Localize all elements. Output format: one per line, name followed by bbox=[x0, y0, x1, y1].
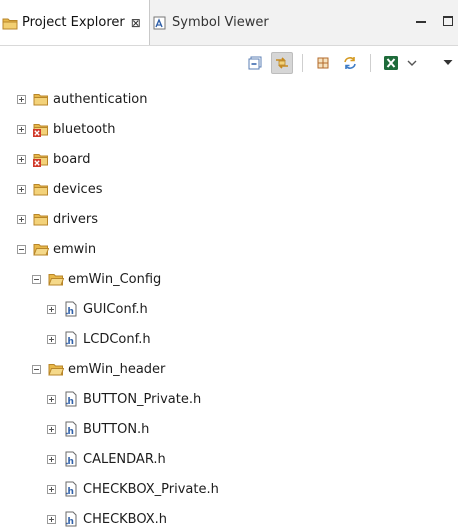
tab-symbol-viewer[interactable]: Symbol Viewer bbox=[152, 0, 282, 45]
header-file-icon: h bbox=[65, 391, 77, 407]
tree-item-label: CHECKBOX.h bbox=[83, 511, 168, 527]
svg-text:h: h bbox=[68, 427, 74, 437]
close-icon[interactable]: ⊠ bbox=[131, 17, 141, 29]
project-explorer-icon bbox=[2, 18, 18, 29]
expand-toggle[interactable] bbox=[47, 514, 56, 524]
expand-toggle[interactable] bbox=[47, 454, 56, 464]
toolbar-separator bbox=[302, 54, 303, 72]
sync-icon bbox=[344, 57, 356, 69]
excel-icon bbox=[384, 56, 398, 70]
excel-button[interactable] bbox=[380, 52, 402, 74]
tree-item-label: bluetooth bbox=[53, 121, 116, 137]
dropdown-chevron-button[interactable] bbox=[404, 52, 420, 74]
sync-button[interactable] bbox=[339, 52, 361, 74]
tree-file-item[interactable]: h CHECKBOX.h bbox=[47, 507, 167, 531]
header-file-icon: h bbox=[65, 481, 77, 497]
tree-item-label: authentication bbox=[53, 91, 148, 107]
tree-file-item[interactable]: h BUTTON_Private.h bbox=[47, 387, 201, 411]
header-file-icon: h bbox=[65, 301, 77, 317]
view-menu-icon bbox=[443, 60, 453, 65]
collapse-toggle[interactable] bbox=[17, 244, 26, 254]
expand-toggle[interactable] bbox=[17, 214, 26, 224]
tree-file-item[interactable]: h CHECKBOX_Private.h bbox=[47, 477, 219, 501]
folder-icon bbox=[33, 154, 48, 167]
tree-item-label: GUIConf.h bbox=[83, 301, 148, 317]
header-file-icon: h bbox=[65, 451, 77, 467]
tab-label-symbol-viewer: Symbol Viewer bbox=[172, 15, 269, 30]
tree-file-item[interactable]: h GUIConf.h bbox=[47, 297, 148, 321]
grid-button[interactable] bbox=[312, 52, 334, 74]
tree-item-label: CHECKBOX_Private.h bbox=[83, 481, 219, 497]
view-menu-button[interactable] bbox=[440, 52, 456, 74]
view-tab-bar: Project Explorer ⊠ Symbol Viewer bbox=[0, 0, 458, 46]
expand-toggle[interactable] bbox=[47, 334, 56, 344]
tree-folder-item[interactable]: drivers bbox=[17, 207, 98, 231]
expand-toggle[interactable] bbox=[47, 424, 56, 434]
header-file-icon: h bbox=[65, 511, 77, 527]
tree-item-label: BUTTON.h bbox=[83, 421, 150, 437]
tree-item-label: LCDConf.h bbox=[83, 331, 151, 347]
expand-toggle[interactable] bbox=[17, 154, 26, 164]
collapse-all-icon bbox=[248, 56, 262, 70]
svg-text:h: h bbox=[68, 307, 74, 317]
folder-icon bbox=[33, 184, 48, 196]
collapse-all-button[interactable] bbox=[244, 52, 266, 74]
folder-icon bbox=[33, 214, 48, 226]
tree-item-label: devices bbox=[53, 181, 103, 197]
folder-icon bbox=[33, 124, 48, 137]
tree-folder-item[interactable]: devices bbox=[17, 177, 102, 201]
svg-text:h: h bbox=[68, 337, 74, 347]
tree-folder-item[interactable]: emwin bbox=[17, 237, 96, 261]
svg-text:h: h bbox=[68, 517, 74, 527]
collapse-toggle[interactable] bbox=[32, 364, 41, 374]
header-file-icon: h bbox=[65, 331, 77, 347]
expand-toggle[interactable] bbox=[47, 304, 56, 314]
tree-item-label: CALENDAR.h bbox=[83, 451, 166, 467]
tab-project-explorer[interactable]: Project Explorer ⊠ bbox=[0, 0, 150, 45]
tree-item-label: emWin_header bbox=[68, 361, 166, 377]
minimize-icon[interactable] bbox=[416, 16, 426, 26]
tree-folder-item[interactable]: emWin_Config bbox=[32, 267, 161, 291]
maximize-icon[interactable] bbox=[443, 16, 453, 26]
expand-toggle[interactable] bbox=[17, 124, 26, 134]
toolbar-separator bbox=[370, 54, 371, 72]
tab-label-project-explorer: Project Explorer bbox=[22, 15, 125, 30]
expand-toggle[interactable] bbox=[47, 484, 56, 494]
view-toolbar bbox=[0, 46, 458, 78]
tree-item-label: emwin bbox=[53, 241, 97, 257]
collapse-toggle[interactable] bbox=[32, 274, 41, 284]
expand-toggle[interactable] bbox=[47, 394, 56, 404]
expand-toggle[interactable] bbox=[17, 94, 26, 104]
tree-file-item[interactable]: h BUTTON.h bbox=[47, 417, 149, 441]
folder-open-icon bbox=[33, 244, 49, 256]
tree-item-label: emWin_Config bbox=[68, 271, 162, 287]
tree-folder-item[interactable]: bluetooth bbox=[17, 117, 115, 141]
link-with-editor-button[interactable] bbox=[271, 52, 293, 74]
grid-icon bbox=[317, 57, 329, 69]
tree-file-item[interactable]: h LCDConf.h bbox=[47, 327, 151, 351]
folder-open-icon bbox=[48, 364, 64, 376]
dropdown-chevron-icon bbox=[407, 60, 417, 66]
symbol-viewer-icon bbox=[153, 16, 166, 29]
header-file-icon: h bbox=[65, 421, 77, 437]
folder-open-icon bbox=[48, 274, 64, 286]
svg-text:h: h bbox=[68, 397, 74, 407]
tree-folder-item[interactable]: emWin_header bbox=[32, 357, 165, 381]
link-with-editor-icon bbox=[276, 57, 288, 69]
folder-icon bbox=[33, 94, 48, 106]
expand-toggle[interactable] bbox=[17, 184, 26, 194]
tree-item-label: drivers bbox=[53, 211, 99, 227]
svg-text:h: h bbox=[68, 457, 74, 467]
tree-item-label: BUTTON_Private.h bbox=[83, 391, 202, 407]
tree-folder-item[interactable]: authentication bbox=[17, 87, 148, 111]
tree-file-item[interactable]: h CALENDAR.h bbox=[47, 447, 166, 471]
tree-folder-item[interactable]: board bbox=[17, 147, 91, 171]
svg-text:h: h bbox=[68, 487, 74, 497]
tree-item-label: board bbox=[53, 151, 91, 167]
